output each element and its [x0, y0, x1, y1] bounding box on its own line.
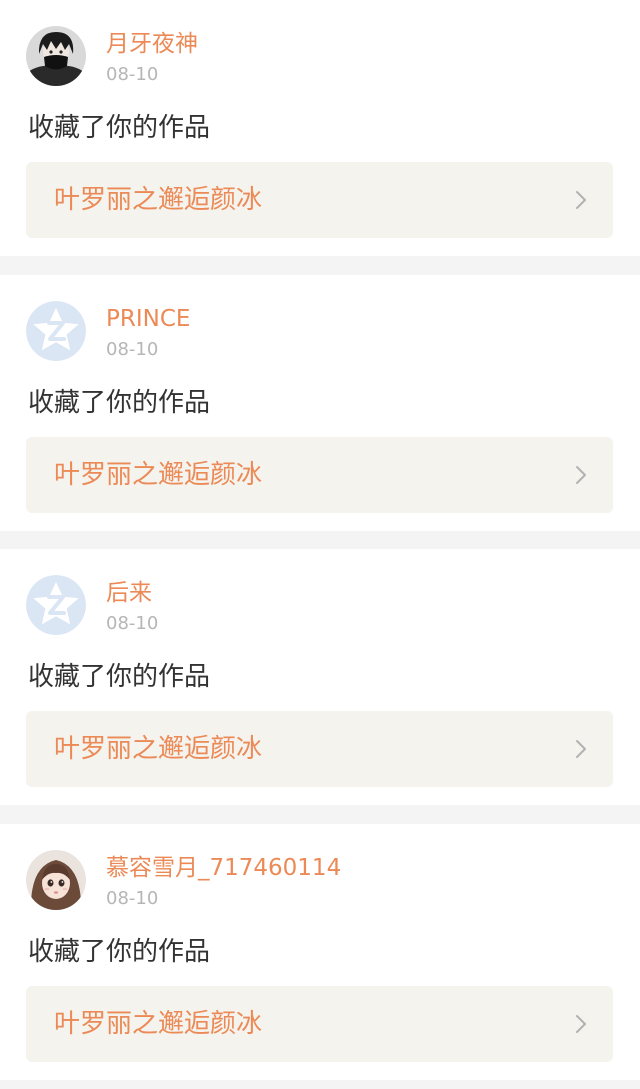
work-title: 叶罗丽之邂逅颜冰	[54, 185, 263, 215]
work-link[interactable]: 叶罗丽之邂逅颜冰	[26, 711, 613, 787]
username[interactable]: 后来	[106, 577, 152, 609]
work-link[interactable]: 叶罗丽之邂逅颜冰	[26, 437, 613, 513]
timestamp: 08-10	[106, 888, 159, 909]
username[interactable]: 月牙夜神	[106, 28, 198, 60]
notification-card: PRINCE 08-10 收藏了你的作品 叶罗丽之邂逅颜冰	[0, 275, 640, 531]
work-title: 叶罗丽之邂逅颜冰	[54, 734, 263, 764]
chevron-right-icon	[575, 1013, 587, 1035]
action-description: 收藏了你的作品	[28, 113, 211, 143]
timestamp: 08-10	[106, 64, 159, 85]
default-star-avatar-icon	[26, 301, 86, 361]
work-link[interactable]: 叶罗丽之邂逅颜冰	[26, 162, 613, 238]
timestamp: 08-10	[106, 613, 159, 634]
chevron-right-icon	[575, 189, 587, 211]
username[interactable]: PRINCE	[106, 303, 190, 335]
default-star-avatar-icon	[26, 575, 86, 635]
user-avatar[interactable]	[26, 575, 86, 635]
notification-card: 慕容雪月_717460114 08-10 收藏了你的作品 叶罗丽之邂逅颜冰	[0, 824, 640, 1080]
notification-card: 后来 08-10 收藏了你的作品 叶罗丽之邂逅颜冰	[0, 549, 640, 805]
notification-feed: 月牙夜神 08-10 收藏了你的作品 叶罗丽之邂逅颜冰 PRINCE 08-10…	[0, 0, 640, 1089]
username[interactable]: 慕容雪月_717460114	[106, 852, 341, 884]
chevron-right-icon	[575, 738, 587, 760]
action-description: 收藏了你的作品	[28, 662, 211, 692]
work-title: 叶罗丽之邂逅颜冰	[54, 1009, 263, 1039]
timestamp: 08-10	[106, 339, 159, 360]
work-link[interactable]: 叶罗丽之邂逅颜冰	[26, 986, 613, 1062]
dark-masked-user-avatar-icon	[26, 26, 86, 86]
doll-girl-avatar-icon	[26, 850, 86, 910]
notification-card: 月牙夜神 08-10 收藏了你的作品 叶罗丽之邂逅颜冰	[0, 0, 640, 256]
chevron-right-icon	[575, 464, 587, 486]
work-title: 叶罗丽之邂逅颜冰	[54, 460, 263, 490]
action-description: 收藏了你的作品	[28, 388, 211, 418]
user-avatar[interactable]	[26, 850, 86, 910]
user-avatar[interactable]	[26, 26, 86, 86]
user-avatar[interactable]	[26, 301, 86, 361]
action-description: 收藏了你的作品	[28, 937, 211, 967]
